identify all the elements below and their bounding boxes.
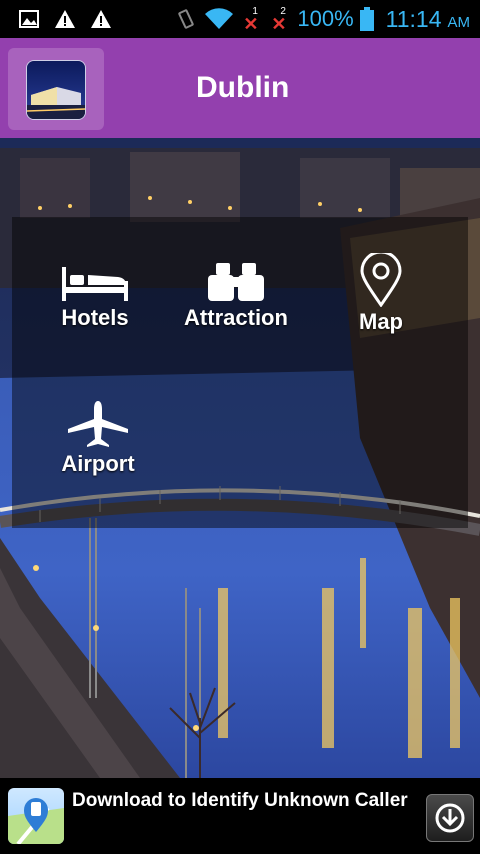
ad-text[interactable]: Download to Identify Unknown Caller [72,790,408,812]
app-icon-button[interactable] [8,48,104,130]
app-icon [26,60,86,120]
wifi-icon [205,8,234,30]
caller-id-app-icon[interactable] [8,788,64,844]
menu-item-airport[interactable]: Airport [58,399,138,477]
page-title: Dublin [196,71,290,104]
sim1-no-signal-mark: ✕ [243,14,259,34]
clock-time: 11:14 [385,5,442,32]
status-bar: 1 ✕ 2 ✕ 100% 11:14 AM [0,0,480,38]
app-header: Dublin [0,38,480,138]
clock-ampm: AM [447,13,471,31]
sim2-no-signal-mark: ✕ [271,14,287,34]
menu-label-map: Map [359,309,403,334]
menu-item-map[interactable]: Map [352,253,410,335]
category-menu: Hotels Attraction Map Airport [12,217,468,528]
menu-item-attraction[interactable]: Attraction [180,261,292,331]
menu-label-airport: Airport [61,451,135,476]
warning-icon [91,10,111,28]
vibrate-icon [178,9,195,29]
sim2-no-signal-icon: 2 ✕ [269,4,291,34]
image-icon [19,10,39,28]
binoculars-icon [208,263,264,301]
bed-icon [62,267,128,301]
battery-icon [359,7,374,31]
map-pin-icon [360,253,402,307]
airplane-icon [68,401,128,447]
menu-label-attraction: Attraction [184,305,288,330]
download-button[interactable] [426,794,474,842]
download-icon [435,803,465,833]
battery-percent: 100% [297,6,354,31]
warning-icon [55,10,75,28]
sim1-no-signal-icon: 1 ✕ [241,4,263,34]
ad-banner[interactable]: Download to Identify Unknown Caller [0,778,480,854]
menu-label-hotels: Hotels [61,305,129,330]
menu-item-hotels[interactable]: Hotels [58,265,132,331]
